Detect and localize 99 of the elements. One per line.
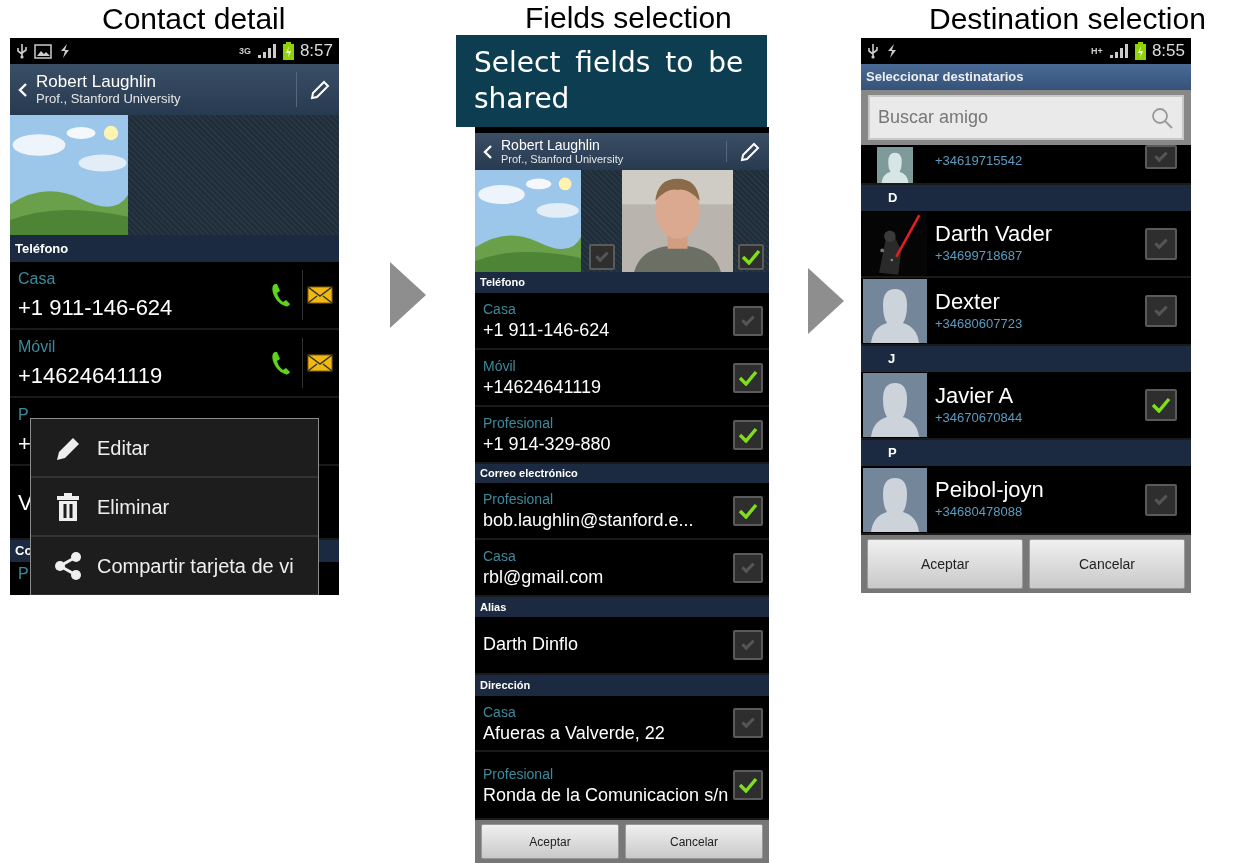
network-label: H+: [1090, 46, 1103, 56]
back-icon[interactable]: [483, 143, 493, 160]
search-field[interactable]: Buscar amigo: [868, 95, 1184, 140]
check-icon: [1151, 397, 1171, 413]
checkbox[interactable]: [733, 305, 763, 336]
checkbox[interactable]: [733, 419, 763, 450]
contact-name: Dexter: [935, 288, 1000, 314]
pencil-icon[interactable]: [309, 78, 331, 101]
back-icon[interactable]: [18, 81, 28, 98]
contact-name: Javier A: [935, 382, 1014, 408]
contact-subtitle: Prof., Stanford University: [36, 91, 181, 106]
field-value: +14624641119: [483, 377, 601, 399]
section-letter: J: [888, 350, 896, 369]
contact-subtitle: Prof., Stanford University: [501, 153, 624, 166]
panel-caption: Destination selection: [929, 1, 1206, 37]
panel-caption: Fields selection: [525, 0, 732, 35]
checkbox[interactable]: [588, 244, 615, 270]
phone-icon[interactable]: [270, 350, 292, 376]
field-value: rbl@gmail.com: [483, 567, 604, 589]
field-label: Profesional: [483, 490, 554, 510]
phone-number: +34680607723: [935, 314, 1023, 333]
field-label: Profesional: [483, 414, 554, 434]
checkbox[interactable]: [733, 552, 763, 583]
instruction-banner: Select fields to be shared: [456, 35, 767, 127]
mail-icon[interactable]: [307, 286, 333, 304]
checkbox[interactable]: [733, 770, 763, 800]
section-title: Dirección: [480, 678, 531, 694]
contact-name: Robert Laughlin: [501, 137, 600, 154]
button[interactable]: Cancelar: [1029, 539, 1185, 589]
network-label: 3G: [238, 46, 251, 56]
screen-title: Seleccionar destinatarios: [866, 68, 1024, 87]
field-label: Móvil: [18, 336, 56, 357]
usb-icon: [16, 43, 28, 59]
field-label: P: [18, 564, 29, 584]
phone-number: +34670670844: [935, 408, 1023, 427]
section-letter: P: [888, 444, 897, 463]
button[interactable]: Aceptar: [481, 824, 619, 859]
checkbox[interactable]: [733, 630, 763, 660]
field-value: +1 914-329-880: [483, 434, 611, 456]
button[interactable]: Aceptar: [867, 539, 1023, 589]
field-value: +1 911-146-624: [483, 320, 610, 342]
checkbox[interactable]: [733, 362, 763, 393]
checkbox[interactable]: [738, 244, 764, 270]
field-value: +: [18, 429, 31, 458]
field-value: Afueras a Valverde, 22: [483, 722, 665, 745]
section-title: Correo electrónico: [480, 466, 578, 482]
check-icon: [738, 502, 758, 519]
checkbox[interactable]: [1145, 295, 1177, 327]
field-value: Ronda de la Comunicacion s/n: [483, 784, 729, 807]
field-value: Darth Dinflo: [483, 634, 579, 656]
section-title: Teléfono: [480, 275, 525, 291]
panel-caption: Contact detail: [102, 1, 286, 37]
phone-icon[interactable]: [270, 282, 292, 308]
check-icon: [741, 249, 761, 265]
checkbox[interactable]: [733, 495, 763, 526]
field-value: +1 911-146-624: [18, 293, 173, 322]
signal-icon: [256, 43, 277, 59]
triangle-arrow-icon: [808, 268, 844, 334]
usb-icon: [867, 43, 879, 59]
check-icon: [738, 426, 758, 443]
check-icon: [738, 369, 758, 386]
signal-icon: [1108, 43, 1129, 59]
section-title: Alias: [480, 599, 507, 615]
checkbox[interactable]: [1145, 227, 1177, 260]
checkbox[interactable]: [733, 708, 763, 738]
image-icon: [34, 43, 52, 59]
checkbox[interactable]: [1145, 145, 1177, 169]
clock: 8:55: [1151, 40, 1185, 63]
check-icon: [738, 777, 758, 793]
section-letter: D: [888, 189, 898, 208]
field-label: Casa: [483, 547, 516, 567]
checkbox[interactable]: [1145, 389, 1177, 421]
field-label: Casa: [483, 702, 516, 722]
field-label: P: [18, 404, 29, 425]
checkbox[interactable]: [1145, 483, 1177, 516]
triangle-arrow-icon: [390, 262, 426, 328]
menu-item[interactable]: Editar: [31, 419, 318, 478]
field-label: Móvil: [483, 357, 516, 377]
field-value: +14624641119: [18, 361, 163, 390]
battery-icon: [282, 42, 294, 60]
field-value: bob.laughlin@stanford.e...: [483, 510, 694, 532]
phone-number: +34699718687: [935, 247, 1023, 266]
menu-item[interactable]: Eliminar: [31, 478, 318, 537]
phone-number: +34680478088: [935, 503, 1023, 522]
contact-name: Robert Laughlin: [36, 73, 157, 92]
mail-icon[interactable]: [307, 354, 333, 372]
battery-icon: [1134, 42, 1146, 60]
clock: 8:57: [299, 40, 333, 63]
contact-name: Darth Vader: [935, 221, 1052, 247]
phone-number: +34619715542: [935, 152, 1023, 171]
field-label: Casa: [18, 268, 56, 289]
share-icon: [53, 550, 83, 581]
pencil-icon[interactable]: [739, 140, 761, 163]
menu-item[interactable]: Compartir tarjeta de vi: [31, 537, 318, 595]
field-label: Profesional: [483, 764, 554, 784]
section-title: Teléfono: [15, 239, 69, 258]
field-label: Casa: [483, 300, 516, 320]
contact-name: Peibol-joyn: [935, 477, 1044, 503]
button[interactable]: Cancelar: [625, 824, 763, 859]
